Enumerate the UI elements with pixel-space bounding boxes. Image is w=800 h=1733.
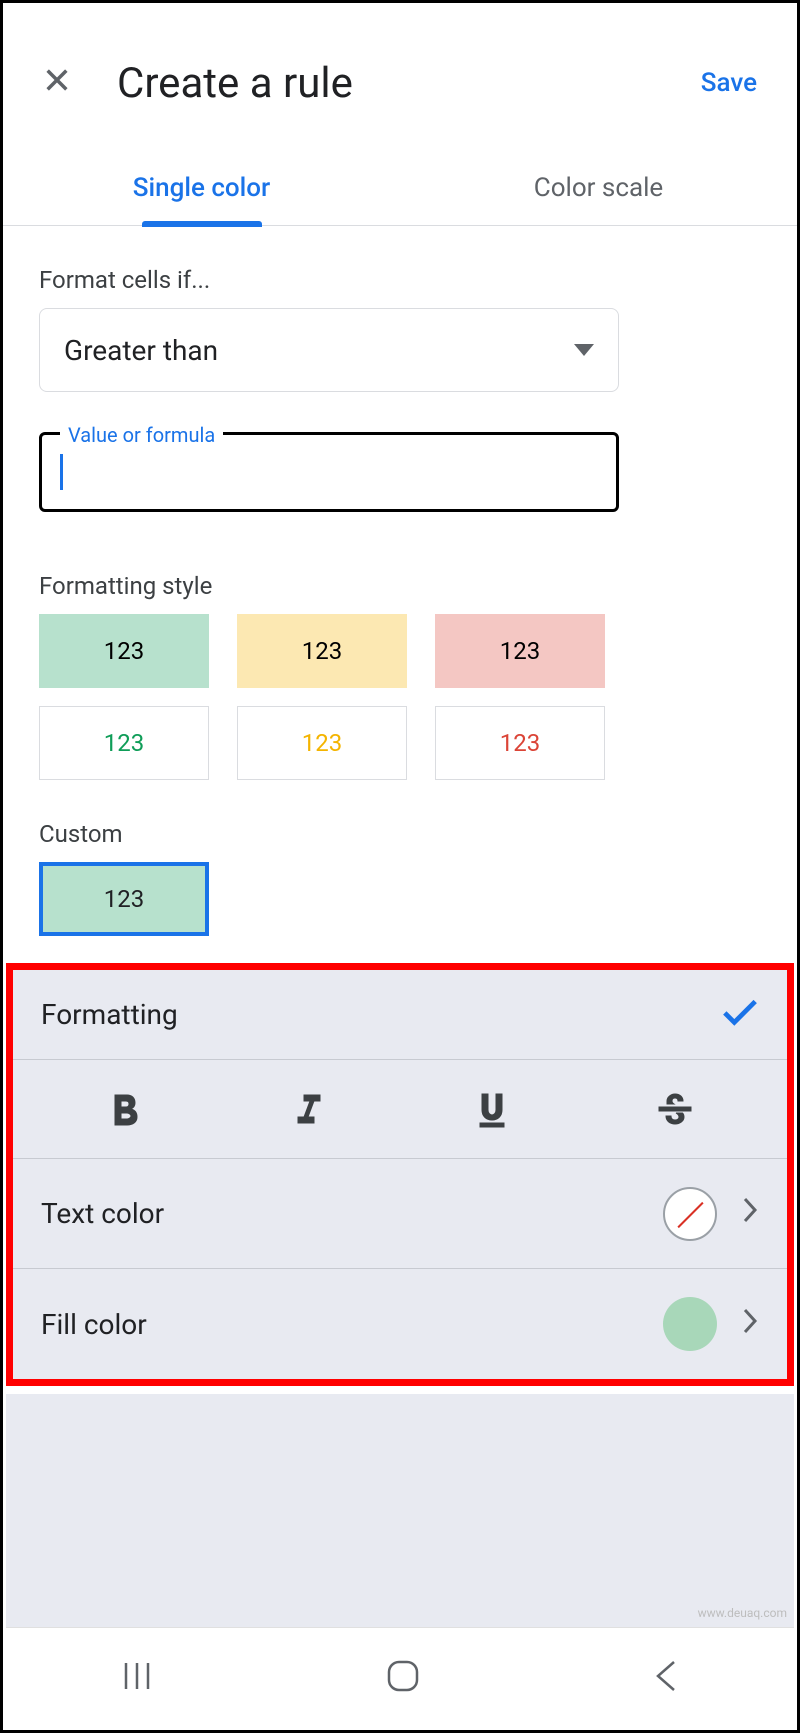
- custom-label: Custom: [39, 820, 761, 848]
- swatch-yellow-text[interactable]: 123: [237, 706, 407, 780]
- italic-icon[interactable]: [285, 1086, 331, 1132]
- fill-color-swatch: [663, 1297, 717, 1351]
- back-icon[interactable]: [652, 1658, 680, 1698]
- swatch-green-fill[interactable]: 123: [39, 614, 209, 688]
- value-input[interactable]: Value or formula: [39, 432, 619, 512]
- home-icon[interactable]: [383, 1656, 423, 1700]
- swatch-red-fill[interactable]: 123: [435, 614, 605, 688]
- text-cursor: [60, 454, 63, 490]
- check-icon[interactable]: [721, 995, 759, 1034]
- chevron-right-icon: [741, 1306, 759, 1343]
- panel-background: [6, 1394, 794, 1627]
- bold-icon[interactable]: [102, 1086, 148, 1132]
- chevron-down-icon: [574, 344, 594, 356]
- formatting-title: Formatting: [41, 998, 178, 1031]
- underline-icon[interactable]: [469, 1086, 515, 1132]
- condition-value: Greater than: [64, 334, 218, 367]
- close-icon[interactable]: [43, 63, 93, 103]
- style-label: Formatting style: [39, 572, 761, 600]
- formatting-panel: Formatting Text color: [13, 970, 787, 1379]
- header: Create a rule Save: [3, 3, 797, 153]
- custom-swatch[interactable]: 123: [39, 862, 209, 936]
- fill-color-label: Fill color: [41, 1308, 147, 1341]
- text-color-swatch-none: [663, 1187, 717, 1241]
- format-buttons-row: [13, 1060, 787, 1159]
- content: Format cells if... Greater than Value or…: [3, 226, 797, 936]
- fill-color-row[interactable]: Fill color: [13, 1269, 787, 1379]
- value-input-label: Value or formula: [60, 423, 223, 447]
- tabs: Single color Color scale: [3, 153, 797, 226]
- swatch-red-text[interactable]: 123: [435, 706, 605, 780]
- swatch-row-2: 123 123 123: [39, 706, 761, 780]
- page-title: Create a rule: [117, 59, 701, 108]
- save-button[interactable]: Save: [701, 68, 757, 98]
- tab-single-color[interactable]: Single color: [3, 153, 400, 225]
- chevron-right-icon: [741, 1195, 759, 1232]
- text-color-label: Text color: [41, 1197, 164, 1230]
- formatting-panel-highlight: Formatting Text color: [6, 963, 794, 1386]
- watermark: www.deuaq.com: [698, 1606, 787, 1620]
- android-navbar: [6, 1627, 794, 1727]
- condition-select[interactable]: Greater than: [39, 308, 619, 392]
- strikethrough-icon[interactable]: [652, 1086, 698, 1132]
- swatch-green-text[interactable]: 123: [39, 706, 209, 780]
- swatch-yellow-fill[interactable]: 123: [237, 614, 407, 688]
- formatting-header-row[interactable]: Formatting: [13, 970, 787, 1060]
- swatch-row-1: 123 123 123: [39, 614, 761, 688]
- recents-icon[interactable]: [120, 1659, 154, 1697]
- text-color-row[interactable]: Text color: [13, 1159, 787, 1269]
- condition-label: Format cells if...: [39, 266, 761, 294]
- tab-color-scale[interactable]: Color scale: [400, 153, 797, 225]
